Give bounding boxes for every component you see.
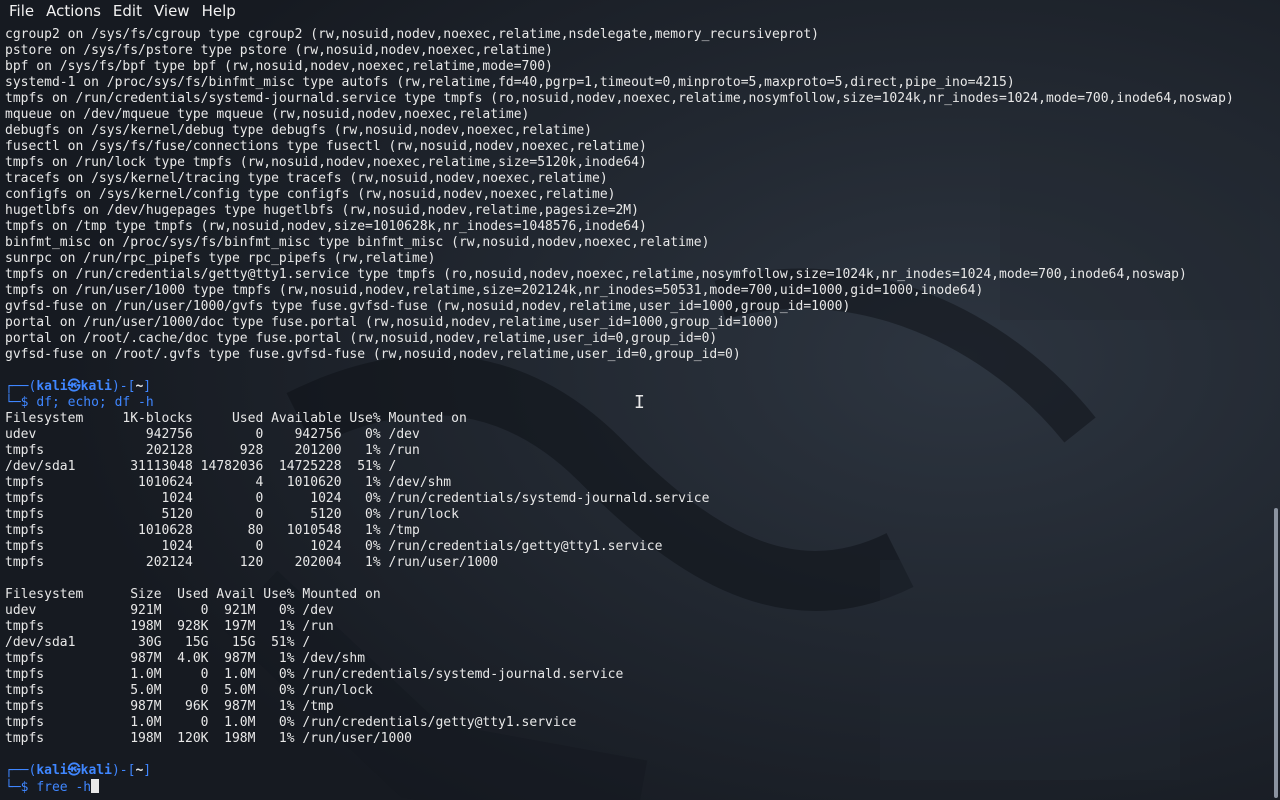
menu-actions[interactable]: Actions: [40, 0, 107, 22]
df-line: Filesystem 1K-blocks Used Available Use%…: [5, 411, 467, 426]
df-h-line: tmpfs 987M 4.0K 987M 1% /dev/shm: [5, 651, 366, 666]
menu-help[interactable]: Help: [196, 0, 242, 22]
prompt-host: kali: [80, 763, 112, 778]
mount-line: hugetlbfs on /dev/hugepages type hugetlb…: [5, 203, 639, 218]
df-h-line: tmpfs 1.0M 0 1.0M 0% /run/credentials/sy…: [5, 667, 624, 682]
mount-line: sunrpc on /run/rpc_pipefs type rpc_pipef…: [5, 251, 436, 266]
prompt-close: )-[: [111, 379, 136, 394]
mount-line: gvfsd-fuse on /root/.gvfs type fuse.gvfs…: [5, 347, 741, 362]
prompt-host: kali: [80, 379, 112, 394]
menu-file[interactable]: File: [0, 0, 40, 22]
prompt-corner: ┌──(: [5, 763, 37, 778]
menu-edit[interactable]: Edit: [107, 0, 148, 22]
menu-bar: File Actions Edit View Help: [0, 0, 1280, 22]
df-h-line: tmpfs 987M 96K 987M 1% /tmp: [5, 699, 334, 714]
mount-line: tmpfs on /run/credentials/getty@tty1.ser…: [5, 267, 1187, 282]
command-text: df; echo; df -h: [36, 395, 154, 410]
mount-output: cgroup2 on /sys/fs/cgroup type cgroup2 (…: [5, 27, 1234, 363]
mount-line: tmpfs on /run/credentials/systemd-journa…: [5, 91, 1234, 106]
mount-line: bpf on /sys/fs/bpf type bpf (rw,nosuid,n…: [5, 59, 553, 74]
df-h-line: /dev/sda1 30G 15G 15G 51% /: [5, 635, 311, 650]
df-h-line: tmpfs 198M 928K 197M 1% /run: [5, 619, 334, 634]
df-line: tmpfs 5120 0 5120 0% /run/lock: [5, 507, 459, 522]
df-line: /dev/sda1 31113048 14782036 14725228 51%…: [5, 459, 397, 474]
mount-line: systemd-1 on /proc/sys/fs/binfmt_misc ty…: [5, 75, 1015, 90]
mount-line: pstore on /sys/fs/pstore type pstore (rw…: [5, 43, 553, 58]
df-line: tmpfs 1010628 80 1010548 1% /tmp: [5, 523, 420, 538]
prompt-close: )-[: [111, 763, 136, 778]
scrollbar-thumb[interactable]: [1274, 508, 1278, 798]
text-cursor: [91, 779, 100, 793]
command-line-2[interactable]: └─$ free -h: [5, 779, 1234, 795]
mount-line: tmpfs on /tmp type tmpfs (rw,nosuid,node…: [5, 219, 647, 234]
mount-line: mqueue on /dev/mqueue type mqueue (rw,no…: [5, 107, 530, 122]
mount-line: cgroup2 on /sys/fs/cgroup type cgroup2 (…: [5, 27, 819, 42]
prompt-end: ]: [143, 379, 152, 394]
df-h-line: Filesystem Size Used Avail Use% Mounted …: [5, 587, 381, 602]
df-h-line: tmpfs 5.0M 0 5.0M 0% /run/lock: [5, 683, 373, 698]
df-line: tmpfs 1024 0 1024 0% /run/credentials/ge…: [5, 539, 663, 554]
prompt-user: kali: [36, 763, 68, 778]
terminal-output[interactable]: cgroup2 on /sys/fs/cgroup type cgroup2 (…: [5, 27, 1234, 795]
mount-line: portal on /run/user/1000/doc type fuse.p…: [5, 315, 780, 330]
command-input[interactable]: free -h: [36, 780, 91, 795]
df-line: tmpfs 1010624 4 1010620 1% /dev/shm: [5, 475, 452, 490]
df-h-line: tmpfs 198M 120K 198M 1% /run/user/1000: [5, 731, 412, 746]
df-line: tmpfs 202128 928 201200 1% /run: [5, 443, 420, 458]
prompt-user: kali: [36, 379, 68, 394]
prompt-end: ]: [143, 763, 152, 778]
mount-line: portal on /root/.cache/doc type fuse.por…: [5, 331, 718, 346]
prompt-dollar: └─$: [5, 395, 37, 410]
mount-line: tmpfs on /run/lock type tmpfs (rw,nosuid…: [5, 155, 647, 170]
df-h-line: udev 921M 0 921M 0% /dev: [5, 603, 334, 618]
ibeam-cursor-icon: I: [634, 392, 645, 413]
prompt-corner: ┌──(: [5, 379, 37, 394]
menu-view[interactable]: View: [148, 0, 196, 22]
command-line-1: └─$ df; echo; df -h: [5, 395, 1234, 411]
df-h-line: tmpfs 1.0M 0 1.0M 0% /run/credentials/ge…: [5, 715, 577, 730]
prompt-at: ㉿: [67, 763, 81, 778]
mount-line: configfs on /sys/kernel/config type conf…: [5, 187, 616, 202]
prompt-line-2: ┌──(kali㉿kali)-[~]: [5, 763, 1234, 779]
df-line: tmpfs 1024 0 1024 0% /run/credentials/sy…: [5, 491, 710, 506]
prompt-dollar: └─$: [5, 780, 37, 795]
mount-line: tmpfs on /run/user/1000 type tmpfs (rw,n…: [5, 283, 984, 298]
mount-line: tracefs on /sys/kernel/tracing type trac…: [5, 171, 608, 186]
mount-line: debugfs on /sys/kernel/debug type debugf…: [5, 123, 592, 138]
mount-line: gvfsd-fuse on /run/user/1000/gvfs type f…: [5, 299, 851, 314]
df-h-output: Filesystem Size Used Avail Use% Mounted …: [5, 587, 1234, 747]
prompt-at: ㉿: [67, 379, 81, 394]
prompt-line-1: ┌──(kali㉿kali)-[~]: [5, 379, 1234, 395]
mount-line: fusectl on /sys/fs/fuse/connections type…: [5, 139, 647, 154]
df-line: udev 942756 0 942756 0% /dev: [5, 427, 420, 442]
df-output: Filesystem 1K-blocks Used Available Use%…: [5, 411, 1234, 571]
mount-line: binfmt_misc on /proc/sys/fs/binfmt_misc …: [5, 235, 710, 250]
df-line: tmpfs 202124 120 202004 1% /run/user/100…: [5, 555, 499, 570]
